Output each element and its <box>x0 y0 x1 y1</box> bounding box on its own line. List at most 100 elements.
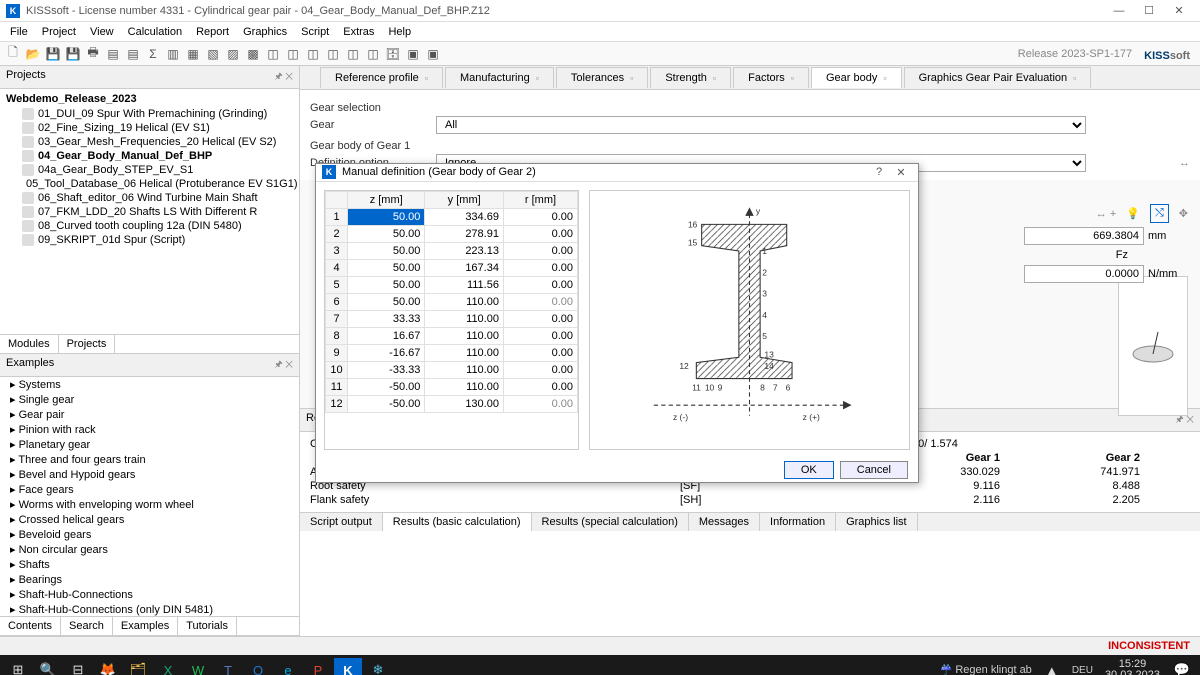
start-button[interactable]: ⊞ <box>4 658 32 675</box>
example-item[interactable]: ▸ Bearings <box>0 572 299 587</box>
table-row[interactable]: 650.00110.000.00 <box>326 293 578 310</box>
lang-indicator[interactable]: DEU <box>1068 665 1097 675</box>
tab-contents[interactable]: Contents <box>0 617 61 635</box>
tool-icon[interactable]: ▧ <box>204 45 222 63</box>
table-row[interactable]: 550.00111.560.00 <box>326 276 578 293</box>
tree-item[interactable]: 06_Shaft_editor_06 Wind Turbine Main Sha… <box>0 191 299 205</box>
outlook-icon[interactable]: O <box>244 658 272 675</box>
tray-icon[interactable]: ▲ <box>1038 658 1066 675</box>
tool-icon[interactable]: ◫ <box>284 45 302 63</box>
examples-list[interactable]: ▸ Systems▸ Single gear▸ Gear pair▸ Pinio… <box>0 377 299 616</box>
tree-item[interactable]: 04_Gear_Body_Manual_Def_BHP <box>0 149 299 163</box>
example-item[interactable]: ▸ Shafts <box>0 557 299 572</box>
subtab-reference-profile[interactable]: Reference profile▫ <box>320 67 443 88</box>
example-item[interactable]: ▸ Face gears <box>0 482 299 497</box>
taskview-icon[interactable]: ⊟ <box>64 658 92 675</box>
edge-icon[interactable]: e <box>274 658 302 675</box>
example-item[interactable]: ▸ Beveloid gears <box>0 527 299 542</box>
table-row[interactable]: 9-16.67110.000.00 <box>326 344 578 361</box>
word-icon[interactable]: W <box>184 658 212 675</box>
tree-item[interactable]: 04a_Gear_Body_STEP_EV_S1 <box>0 163 299 177</box>
tool-icon[interactable]: ◫ <box>344 45 362 63</box>
menu-script[interactable]: Script <box>295 24 335 40</box>
open-icon[interactable]: 📂 <box>24 45 42 63</box>
example-item[interactable]: ▸ Systems <box>0 377 299 392</box>
example-item[interactable]: ▸ Shaft-Hub-Connections (only DIN 5481) <box>0 602 299 616</box>
table-row[interactable]: 12-50.00130.000.00 <box>326 395 578 412</box>
menu-file[interactable]: File <box>4 24 34 40</box>
table-row[interactable]: 350.00223.130.00 <box>326 242 578 259</box>
cancel-button[interactable]: Cancel <box>840 461 908 479</box>
explorer-icon[interactable]: 🗂 <box>124 658 152 675</box>
tool-icon[interactable]: ◫ <box>304 45 322 63</box>
tool-icon[interactable]: ▨ <box>224 45 242 63</box>
kisssoft-icon[interactable]: K <box>334 658 362 675</box>
tab-projects[interactable]: Projects <box>59 335 116 353</box>
table-row[interactable]: 250.00278.910.00 <box>326 225 578 242</box>
menu-view[interactable]: View <box>84 24 120 40</box>
tool-icon[interactable]: ◫ <box>364 45 382 63</box>
save-as-icon[interactable]: 💾 <box>64 45 82 63</box>
tab-search[interactable]: Search <box>61 617 113 635</box>
close-button[interactable]: ✕ <box>1164 2 1194 20</box>
help-button[interactable]: ? <box>868 166 890 178</box>
gear-select[interactable]: All <box>436 116 1086 134</box>
menu-extras[interactable]: Extras <box>337 24 380 40</box>
example-item[interactable]: ▸ Pinion with rack <box>0 422 299 437</box>
coordinates-table[interactable]: z [mm] y [mm] r [mm] 150.00334.690.00250… <box>324 190 579 450</box>
firefox-icon[interactable]: 🦊 <box>94 658 122 675</box>
tool-icon[interactable]: ▤ <box>124 45 142 63</box>
tree-root[interactable]: Webdemo_Release_2023 <box>0 91 299 107</box>
subtab-tolerances[interactable]: Tolerances▫ <box>556 67 648 88</box>
example-item[interactable]: ▸ Shaft-Hub-Connections <box>0 587 299 602</box>
menu-calculation[interactable]: Calculation <box>122 24 188 40</box>
tab-tutorials[interactable]: Tutorials <box>178 617 237 635</box>
minimize-button[interactable]: — <box>1104 2 1134 20</box>
notifications-icon[interactable]: 💬 <box>1168 658 1196 675</box>
results-tab[interactable]: Messages <box>689 513 760 531</box>
app-icon[interactable]: ❄ <box>364 658 392 675</box>
tree-item[interactable]: 07_FKM_LDD_20 Shafts LS With Different R <box>0 205 299 219</box>
subtab-strength[interactable]: Strength▫ <box>650 67 731 88</box>
menu-help[interactable]: Help <box>382 24 417 40</box>
tool-icon[interactable]: ▤ <box>104 45 122 63</box>
table-row[interactable]: 816.67110.000.00 <box>326 327 578 344</box>
tool-icon[interactable]: ◫ <box>264 45 282 63</box>
close-button[interactable]: ✕ <box>890 166 912 179</box>
value-input[interactable] <box>1024 227 1144 245</box>
tab-examples[interactable]: Examples <box>113 617 178 635</box>
db-icon[interactable]: 🗄 <box>384 45 402 63</box>
report-icon[interactable]: ▥ <box>164 45 182 63</box>
maximize-button[interactable]: ☐ <box>1134 2 1164 20</box>
example-item[interactable]: ▸ Gear pair <box>0 407 299 422</box>
teams-icon[interactable]: T <box>214 658 242 675</box>
save-icon[interactable]: 💾 <box>44 45 62 63</box>
tool-icon[interactable]: ▩ <box>244 45 262 63</box>
menu-report[interactable]: Report <box>190 24 235 40</box>
table-row[interactable]: 150.00334.690.00 <box>326 208 578 225</box>
sigma-icon[interactable]: Σ <box>144 45 162 63</box>
table-row[interactable]: 733.33110.000.00 <box>326 310 578 327</box>
plus-icon[interactable]: ↔ + <box>1096 208 1116 220</box>
move-icon[interactable]: ✥ <box>1179 207 1188 220</box>
results-tab[interactable]: Results (basic calculation) <box>383 513 532 531</box>
tree-item[interactable]: 05_Tool_Database_06 Helical (Protuberanc… <box>0 177 299 191</box>
tool-icon[interactable]: ◫ <box>324 45 342 63</box>
ok-button[interactable]: OK <box>784 461 834 479</box>
fz-input[interactable] <box>1024 265 1144 283</box>
subtab-manufacturing[interactable]: Manufacturing▫ <box>445 67 554 88</box>
tool-icon[interactable]: ▣ <box>424 45 442 63</box>
tree-item[interactable]: 01_DUI_09 Spur With Premachining (Grindi… <box>0 107 299 121</box>
bulb-icon[interactable]: 💡 <box>1126 207 1140 220</box>
excel-icon[interactable]: X <box>154 658 182 675</box>
subtab-graphics-gear-pair-evaluation[interactable]: Graphics Gear Pair Evaluation▫ <box>904 67 1092 88</box>
projects-tree[interactable]: Webdemo_Release_2023 01_DUI_09 Spur With… <box>0 89 299 334</box>
example-item[interactable]: ▸ Single gear <box>0 392 299 407</box>
example-item[interactable]: ▸ Non circular gears <box>0 542 299 557</box>
search-icon[interactable]: 🔍 <box>34 658 62 675</box>
table-row[interactable]: 11-50.00110.000.00 <box>326 378 578 395</box>
tab-modules[interactable]: Modules <box>0 335 59 353</box>
menu-graphics[interactable]: Graphics <box>237 24 293 40</box>
subtab-factors[interactable]: Factors▫ <box>733 67 809 88</box>
subtab-gear-body[interactable]: Gear body▫ <box>811 67 902 88</box>
